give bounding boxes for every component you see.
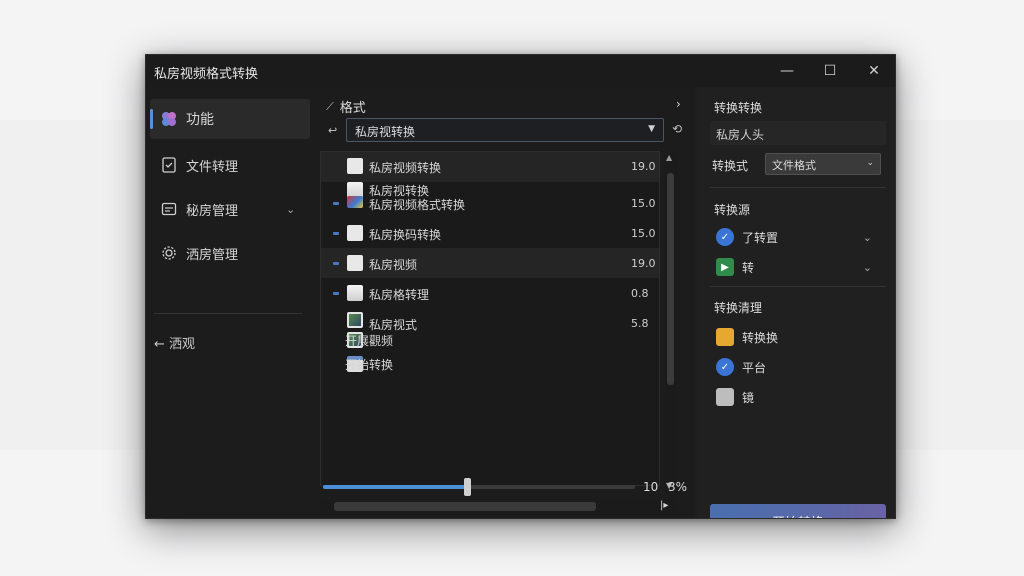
image-icon [347,285,363,301]
output-info-text: 私房人头 [716,128,765,142]
puzzle-icon [160,110,178,128]
format-panel: ⟋ 格式 › ↩ 私房视转换 ▼ ⟲ 私房视频转换 19.0 私房视转换 私房视… [312,87,695,518]
sidebar-item-label: 文件转理 [186,159,239,175]
media-icon [347,196,363,208]
app-window: 私房视频格式转换 — ☐ ✕ 功能 文件转理 秘房管理 ⌄ 洒房管理 ← 洒观 … [145,54,896,519]
section-title: 转换转换 [714,101,763,115]
list-item[interactable]: 开始转换 [321,348,659,378]
divider [710,187,886,188]
row-value: 19.0 [631,257,656,270]
close-button[interactable]: ✕ [854,59,894,83]
check-circle-icon: ✓ [716,358,734,376]
file-check-icon [160,156,178,174]
option-label: 转换换 [742,330,779,345]
row-value: 15.0 [631,227,656,240]
sidebar-item-manage[interactable]: 秘房管理 ⌄ [150,189,310,229]
scroll-thumb[interactable] [667,173,674,385]
divider [710,286,886,287]
list-item[interactable]: 私房视频 19.0 [321,248,659,278]
maximize-button[interactable]: ☐ [810,59,850,83]
output-format-value: 文件格式 [772,159,816,172]
refresh-icon[interactable]: ⟲ [672,122,682,136]
source-option[interactable]: ✓ 了转置 ⌄ [716,225,882,249]
section-title: 转换源 [714,203,751,217]
window-title: 私房视频格式转换 [154,67,259,82]
chevron-down-icon[interactable]: ⌄ [286,203,295,216]
row-name: 私房视频 [369,258,418,272]
row-name: 私房格转理 [369,288,430,302]
options-panel: 转换转换 私房人头 转换式 文件格式 ⌄ 转换源 ✓ 了转置 ⌄ ▶ 转 ⌄ 转… [698,87,895,518]
section-title: 转换清理 [714,301,763,315]
list-item[interactable]: 私房格转理 0.8 [321,278,659,308]
bullet-icon [333,202,339,205]
active-indicator [150,109,153,129]
media-icon: ▶ [716,258,734,276]
format-header-label: 格式 [339,101,366,116]
bullet-icon [333,262,339,265]
sidebar-item-label: 洒房管理 [186,247,239,263]
scroll-up-icon[interactable]: ▲ [666,153,672,162]
minimize-button[interactable]: — [767,59,807,83]
cleanup-option[interactable]: 镜 [716,385,882,409]
vertical-scrollbar[interactable]: ▲ ▼ [664,151,677,496]
folder-icon [716,328,734,346]
format-label: 转换式 [712,159,749,173]
gear-icon [160,244,178,262]
list-item[interactable]: 私房视频格式转换 15.0 [321,188,659,218]
back-link[interactable]: ← 洒观 [154,331,195,353]
sidebar-item-label: 功能 [186,112,214,128]
document-icon [347,225,363,241]
chevron-right-icon[interactable]: › [676,97,681,111]
start-convert-button[interactable]: 开始转换 [710,504,886,518]
drive-icon [716,388,734,406]
sidebar: 功能 文件转理 秘房管理 ⌄ 洒房管理 ← 洒观 [146,87,312,518]
source-option[interactable]: ▶ 转 ⌄ [716,255,882,279]
dropdown-arrow-icon: ▼ [648,124,655,134]
list-item[interactable]: 私房换码转换 15.0 [321,218,659,248]
sidebar-item-files[interactable]: 文件转理 [150,145,310,185]
file-list: 私房视频转换 19.0 私房视转换 私房视频格式转换 15.0 私房换码转换 1… [320,151,660,486]
option-label: 平台 [742,360,767,375]
row-name: 私房视频格式转换 [369,198,466,212]
cleanup-option[interactable]: ✓ 平台 [716,355,882,379]
option-label: 转 [742,260,755,275]
back-arrow-icon[interactable]: ↩ [328,124,337,137]
option-label: 镜 [742,390,755,405]
sidebar-divider [154,313,302,314]
sidebar-item-functions[interactable]: 功能 [150,99,310,139]
row-name: 私房换码转换 [369,228,442,242]
option-label: 了转置 [742,230,779,245]
format-select-value: 私房视转换 [355,125,416,139]
checkmark-badge-icon: ✓ [716,228,734,246]
slider-value: 10 [643,480,659,494]
format-select[interactable]: 私房视转换 ▼ [346,118,664,142]
row-value: 15.0 [631,197,656,210]
folder-list-icon [160,200,178,218]
output-format-select[interactable]: 文件格式 ⌄ [765,153,881,175]
row-name: 开展觀频 [345,334,394,348]
chevron-down-icon[interactable]: ⌄ [863,261,872,274]
bullet-icon [333,292,339,295]
row-name: 开始转换 [345,358,394,372]
row-value: 19.0 [631,160,656,173]
sidebar-item-label: 秘房管理 [186,203,239,219]
format-header: ⟋ 格式 [326,97,366,117]
chevron-down-icon[interactable]: ⌄ [863,231,872,244]
document-icon [347,255,363,271]
bullet-icon [333,232,339,235]
slider-thumb[interactable] [463,478,471,496]
row-value: 0.8 [631,287,649,300]
quality-slider[interactable] [323,478,635,496]
title-bar: 私房视频格式转换 — ☐ ✕ [146,55,895,87]
dropdown-arrow-icon: ⌄ [866,158,874,168]
document-icon [347,158,363,174]
cleanup-option[interactable]: 转换换 [716,325,882,349]
slider-percent: 3% [668,480,688,494]
sidebar-item-settings[interactable]: 洒房管理 [150,233,310,273]
quality-slider-area: 10 3% [312,465,695,518]
output-info-box: 私房人头 [710,121,886,145]
slider-fill [323,485,467,489]
pencil-icon: ⟋ [326,99,334,113]
